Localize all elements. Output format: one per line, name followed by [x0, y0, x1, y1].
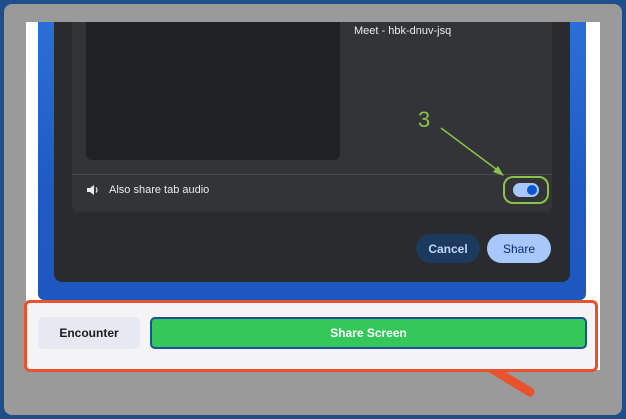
- audio-share-label: Also share tab audio: [109, 184, 210, 196]
- cancel-button[interactable]: Cancel: [416, 234, 480, 263]
- tab-thumbnail[interactable]: [86, 22, 340, 160]
- speaker-icon: [87, 185, 98, 195]
- step-number-annotation: 3: [418, 107, 431, 132]
- toggle-knob: [527, 185, 537, 195]
- panel-divider: [72, 174, 552, 175]
- audio-share-toggle[interactable]: [513, 183, 539, 197]
- highlight-box: [24, 300, 598, 372]
- tab-title: Meet - hbk-dnuv-jsq: [354, 25, 452, 37]
- share-button[interactable]: Share: [487, 234, 551, 263]
